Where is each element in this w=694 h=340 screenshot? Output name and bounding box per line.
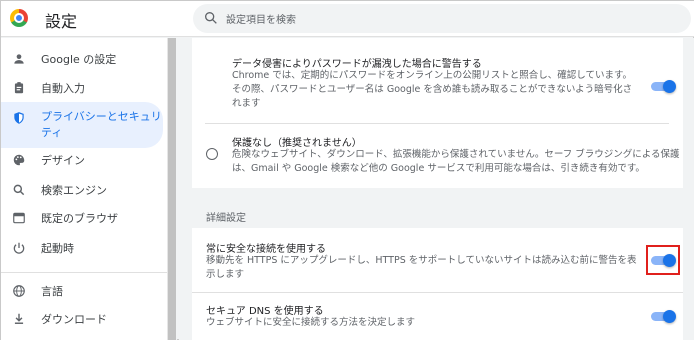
- sidebar-item-label: ダウンロード: [41, 313, 107, 326]
- breach-warning-toggle[interactable]: [651, 80, 676, 93]
- breach-warning-title: データ侵害によりパスワードが漏洩した場合に警告する: [232, 59, 482, 70]
- toggle-knob: [663, 310, 676, 323]
- secure-dns-title: セキュア DNS を使用する: [206, 306, 324, 317]
- sidebar: Google の設定 自動入力 プライバシーとセキュリ ティ デザイン 検索エン…: [1, 38, 167, 340]
- no-protection-radio[interactable]: [206, 148, 218, 160]
- palette-icon: [13, 154, 25, 166]
- sidebar-item-label: デザイン: [41, 154, 85, 167]
- https-always-toggle[interactable]: [651, 254, 676, 267]
- sidebar-item-label: プライバシーとセキュリ: [41, 110, 162, 123]
- https-always-desc-2: 示します: [206, 269, 245, 280]
- breach-warning-desc-1: Chrome では、定期的にパスワードをオンライン上の公開リストと照合し、確認し…: [232, 70, 633, 81]
- sidebar-item-languages[interactable]: 言語: [1, 280, 163, 302]
- sidebar-item-label-cont: ティ: [41, 126, 63, 139]
- secure-dns-toggle[interactable]: [651, 310, 676, 323]
- safe-browsing-card: データ侵害によりパスワードが漏洩した場合に警告する Chrome では、定期的に…: [192, 38, 683, 188]
- power-icon: [13, 242, 25, 254]
- advanced-section-label: 詳細設定: [206, 213, 246, 224]
- shield-icon: [14, 112, 24, 124]
- no-protection-desc-1: 危険なウェブサイト、ダウンロード、拡張機能から保護されていません。セーフ ブラウ…: [232, 149, 680, 160]
- sidebar-item-label: 起動時: [41, 242, 74, 255]
- sidebar-item-label: Google の設定: [41, 53, 117, 66]
- sidebar-item-label: 既定のブラウザ: [41, 212, 118, 225]
- https-always-desc-1: 移動先を HTTPS にアップグレードし、HTTPS をサポートしていないサイト…: [206, 255, 637, 266]
- secure-dns-desc: ウェブサイトに安全に接続する方法を決定します: [206, 317, 416, 328]
- no-protection-title: 保護なし（推奨されません）: [232, 138, 362, 149]
- https-always-title: 常に安全な接続を使用する: [206, 244, 326, 255]
- sidebar-item-google[interactable]: Google の設定: [1, 48, 163, 70]
- sidebar-item-downloads[interactable]: ダウンロード: [1, 308, 163, 330]
- clipboard-icon: [14, 82, 24, 94]
- settings-main: データ侵害によりパスワードが漏洩した場合に警告する Chrome では、定期的に…: [179, 38, 694, 340]
- toggle-knob: [663, 80, 676, 93]
- chrome-logo-icon: [10, 9, 28, 27]
- search-icon: [205, 11, 217, 24]
- page-title: 設定: [45, 12, 78, 31]
- search-input[interactable]: 設定項目を検索: [193, 4, 691, 33]
- top-bar: 設定 設定項目を検索: [1, 1, 694, 37]
- person-icon: [14, 54, 24, 64]
- sidebar-item-default-browser[interactable]: 既定のブラウザ: [1, 207, 163, 229]
- row-divider: [192, 292, 683, 293]
- download-icon: [14, 313, 24, 324]
- scrollbar-thumb[interactable]: [168, 38, 176, 340]
- breach-warning-desc-2: その際、パスワードとユーザー名は Google を含め誰も読み取ることができない…: [232, 84, 633, 95]
- sidebar-divider: [1, 272, 167, 273]
- sidebar-item-label: 検索エンジン: [41, 184, 107, 197]
- sidebar-item-label: 言語: [41, 285, 63, 298]
- sidebar-item-autofill[interactable]: 自動入力: [1, 77, 163, 99]
- search-placeholder: 設定項目を検索: [226, 15, 296, 26]
- toggle-knob: [663, 254, 676, 267]
- advanced-card: 常に安全な接続を使用する 移動先を HTTPS にアップグレードし、HTTPS …: [192, 228, 683, 340]
- no-protection-desc-2: は、Gmail や Google 検索など他の Google サービスで利用可能…: [232, 163, 645, 174]
- breach-warning-desc-3: れます: [232, 98, 261, 109]
- globe-icon: [13, 285, 25, 297]
- sidebar-item-search-engine[interactable]: 検索エンジン: [1, 179, 163, 201]
- row-divider: [205, 123, 669, 124]
- sidebar-item-on-startup[interactable]: 起動時: [1, 237, 163, 259]
- browser-icon: [13, 212, 25, 224]
- search-icon: [13, 184, 25, 196]
- sidebar-item-label: 自動入力: [41, 82, 85, 95]
- sidebar-item-privacy[interactable]: プライバシーとセキュリ ティ: [1, 102, 163, 148]
- sidebar-item-appearance[interactable]: デザイン: [1, 149, 163, 171]
